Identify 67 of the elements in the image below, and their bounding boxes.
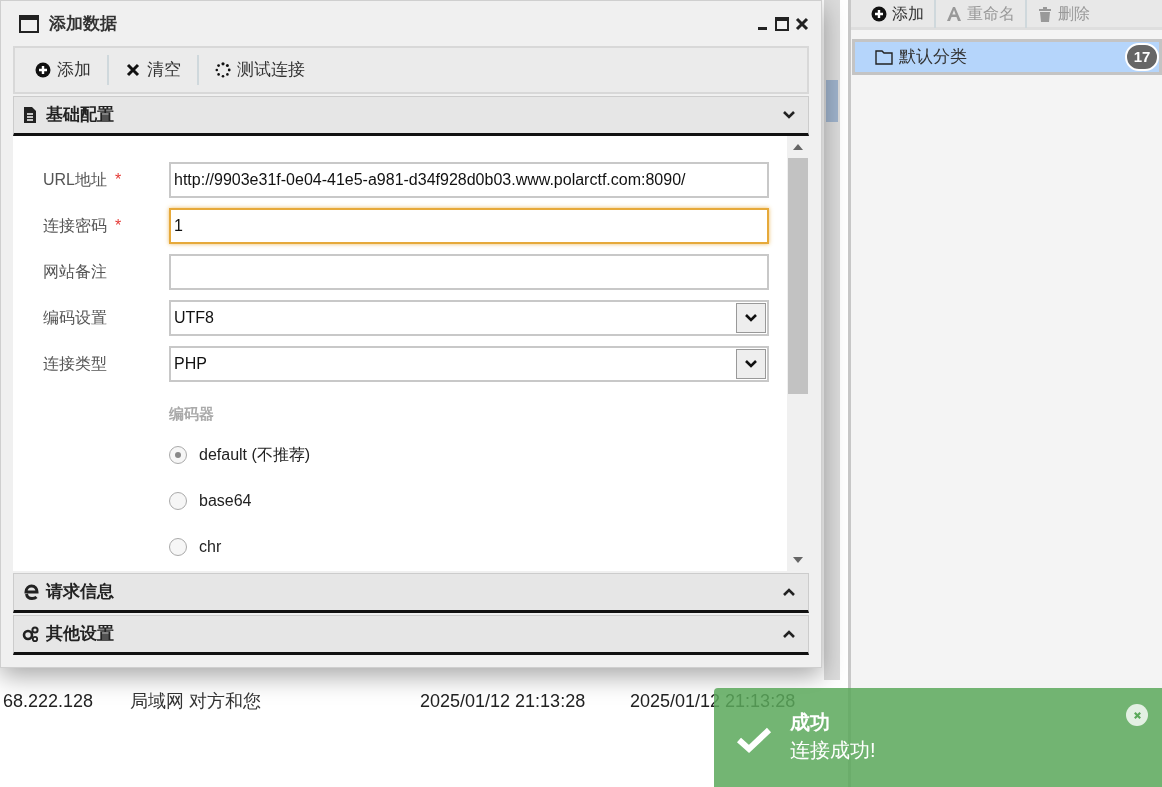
- gears-icon: [22, 625, 40, 643]
- radio-button[interactable]: [169, 538, 187, 556]
- chevron-down-icon: [782, 110, 796, 120]
- letter-e-icon: [22, 583, 40, 601]
- scrollbar[interactable]: [787, 136, 809, 571]
- chevron-up-icon: [782, 629, 796, 639]
- input-field[interactable]: [169, 254, 769, 290]
- section-header[interactable]: 请求信息: [13, 573, 809, 613]
- field-label: 编码设置: [43, 308, 107, 328]
- chevron-up-icon: [782, 587, 796, 597]
- category-label: 默认分类: [899, 46, 968, 69]
- scrollbar-thumb[interactable]: [826, 80, 838, 122]
- toolbar-button[interactable]: 清空: [117, 52, 189, 88]
- category-item[interactable]: 默认分类 17: [852, 39, 1162, 75]
- maximize-icon: [775, 16, 789, 31]
- section-title: 请求信息: [46, 581, 115, 604]
- radio-label: chr: [199, 537, 222, 557]
- close-icon: [795, 16, 809, 31]
- toolbar-button[interactable]: 添加: [871, 1, 924, 26]
- radio-button[interactable]: [169, 446, 187, 464]
- table-cell-text: 68.222.128: [2, 689, 95, 713]
- plus-circle-icon: [35, 62, 51, 78]
- field-label: 连接密码: [43, 216, 107, 236]
- radio-label: base64: [199, 491, 252, 511]
- section-header[interactable]: 基础配置: [13, 96, 809, 136]
- toast-title: 成功: [790, 710, 831, 735]
- field-label: URL地址: [43, 170, 107, 190]
- table-cell-text: 2025/01/12 21:13:28: [420, 689, 587, 713]
- section-title: 基础配置: [46, 104, 115, 127]
- chevron-down-icon: [744, 359, 758, 369]
- select-field[interactable]: UTF8: [169, 300, 769, 336]
- dropdown-button[interactable]: [736, 349, 766, 379]
- group-label: 编码器: [169, 403, 215, 424]
- toast-message: 连接成功!: [790, 738, 877, 763]
- field-label: 网站备注: [43, 262, 107, 282]
- window-title: 添加数据: [49, 12, 117, 35]
- toolbar-button[interactable]: 测试连接: [207, 52, 313, 88]
- trash-icon: [1037, 5, 1053, 22]
- folder-icon: [875, 49, 893, 65]
- section-title: 其他设置: [46, 623, 115, 646]
- field-label: 连接类型: [43, 354, 107, 374]
- close-icon: [125, 62, 141, 78]
- required-mark: *: [115, 170, 122, 190]
- spinner-icon: [215, 62, 231, 78]
- dropdown-button[interactable]: [736, 303, 766, 333]
- required-mark: *: [115, 216, 122, 236]
- scroll-down-arrow-icon: [793, 557, 803, 563]
- plus-circle-icon: [871, 5, 887, 22]
- scroll-up-arrow-icon: [793, 144, 803, 150]
- section-header[interactable]: 其他设置: [13, 615, 809, 655]
- letter-a-icon: [946, 5, 962, 22]
- select-value: UTF8: [173, 308, 215, 328]
- minimize-icon: [758, 27, 767, 30]
- chevron-down-icon: [744, 313, 758, 323]
- input-field[interactable]: 1: [169, 208, 769, 244]
- close-icon: [1132, 710, 1142, 720]
- input-field[interactable]: http://9903e31f-0e04-41e5-a981-d34f928d0b03.www.polarctf.com:8090/: [169, 162, 769, 198]
- radio-button[interactable]: [169, 492, 187, 510]
- window-icon: [19, 14, 39, 33]
- select-field[interactable]: PHP: [169, 346, 769, 382]
- close-button[interactable]: [1126, 704, 1148, 726]
- count-badge: 17: [1125, 43, 1159, 71]
- radio-label: default (不推荐): [199, 445, 311, 465]
- select-value: PHP: [173, 354, 208, 374]
- checkmark-icon: [736, 726, 772, 754]
- table-cell-text: 局域网 对方和您: [130, 689, 262, 713]
- toolbar-button[interactable]: 添加: [27, 52, 99, 88]
